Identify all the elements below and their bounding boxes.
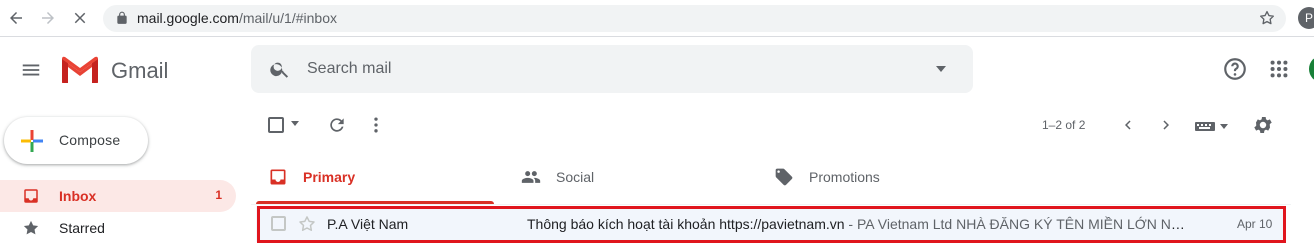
select-all-checkbox[interactable]: [268, 117, 284, 133]
category-tabs: Primary Social Promotions: [251, 155, 1291, 205]
gmail-logo[interactable]: [60, 55, 100, 85]
inbox-icon: [24, 189, 38, 203]
url-path: /mail/u/1/#inbox: [238, 10, 337, 26]
search-input[interactable]: [307, 45, 907, 93]
people-icon: [521, 171, 541, 183]
tag-icon: [775, 168, 793, 186]
arrow-right-icon: [42, 12, 54, 24]
close-icon: [74, 12, 86, 24]
mail-toolbar: 1–2 of 2: [251, 105, 1314, 145]
highlight-box: [257, 206, 1286, 243]
search-icon[interactable]: [269, 58, 291, 80]
hamburger-menu-icon: [22, 64, 40, 76]
back-button[interactable]: [4, 6, 28, 30]
account-avatar[interactable]: [1309, 56, 1314, 82]
stop-loading-button[interactable]: [68, 6, 92, 30]
main-menu-button[interactable]: [18, 57, 44, 83]
address-bar[interactable]: mail.google.com/mail/u/1/#inbox: [103, 5, 1286, 32]
sidebar-item-label: Starred: [59, 220, 105, 236]
unread-count: 1: [215, 188, 222, 202]
help-icon[interactable]: [1222, 56, 1248, 82]
tab-primary[interactable]: Primary: [251, 155, 501, 205]
apps-grid-icon[interactable]: [1268, 58, 1290, 80]
app-brand: Gmail: [111, 58, 169, 83]
sidebar-item-inbox[interactable]: Inbox 1: [0, 180, 236, 212]
tab-social[interactable]: Social: [504, 155, 758, 205]
url-text[interactable]: mail.google.com/mail/u/1/#inbox: [137, 10, 337, 26]
keyboard-icon[interactable]: [1194, 119, 1230, 133]
sidebar-item-starred[interactable]: Starred: [0, 212, 236, 244]
lock-icon: [117, 11, 127, 24]
tab-promotions[interactable]: Promotions: [757, 155, 1011, 205]
refresh-icon[interactable]: [327, 115, 347, 135]
select-options-dropdown[interactable]: [291, 121, 299, 126]
more-vert-icon[interactable]: [366, 115, 386, 135]
star-icon: [23, 220, 39, 235]
arrow-left-icon: [10, 12, 22, 24]
compose-button[interactable]: Compose: [4, 117, 148, 164]
selected-tab-indicator: [256, 201, 494, 204]
search-bar[interactable]: [251, 45, 973, 93]
gear-icon[interactable]: [1252, 114, 1274, 136]
url-host: mail.google.com: [137, 10, 239, 26]
chevron-right-icon[interactable]: [1157, 116, 1175, 134]
browser-profile-avatar[interactable]: P: [1298, 7, 1314, 29]
plus-icon: [21, 130, 43, 152]
bookmark-star-icon[interactable]: [1258, 9, 1276, 27]
forward-button[interactable]: [36, 6, 60, 30]
inbox-icon: [270, 169, 286, 185]
chevron-down-icon[interactable]: [934, 63, 948, 75]
pagination-text: 1–2 of 2: [1042, 118, 1086, 132]
browser-toolbar: mail.google.com/mail/u/1/#inbox P: [0, 0, 1314, 37]
sidebar-item-label: Inbox: [59, 188, 97, 204]
tab-label: Promotions: [809, 169, 880, 185]
compose-label: Compose: [59, 132, 121, 148]
chevron-left-icon[interactable]: [1119, 116, 1137, 134]
tab-label: Primary: [303, 169, 356, 185]
tab-label: Social: [556, 169, 595, 185]
